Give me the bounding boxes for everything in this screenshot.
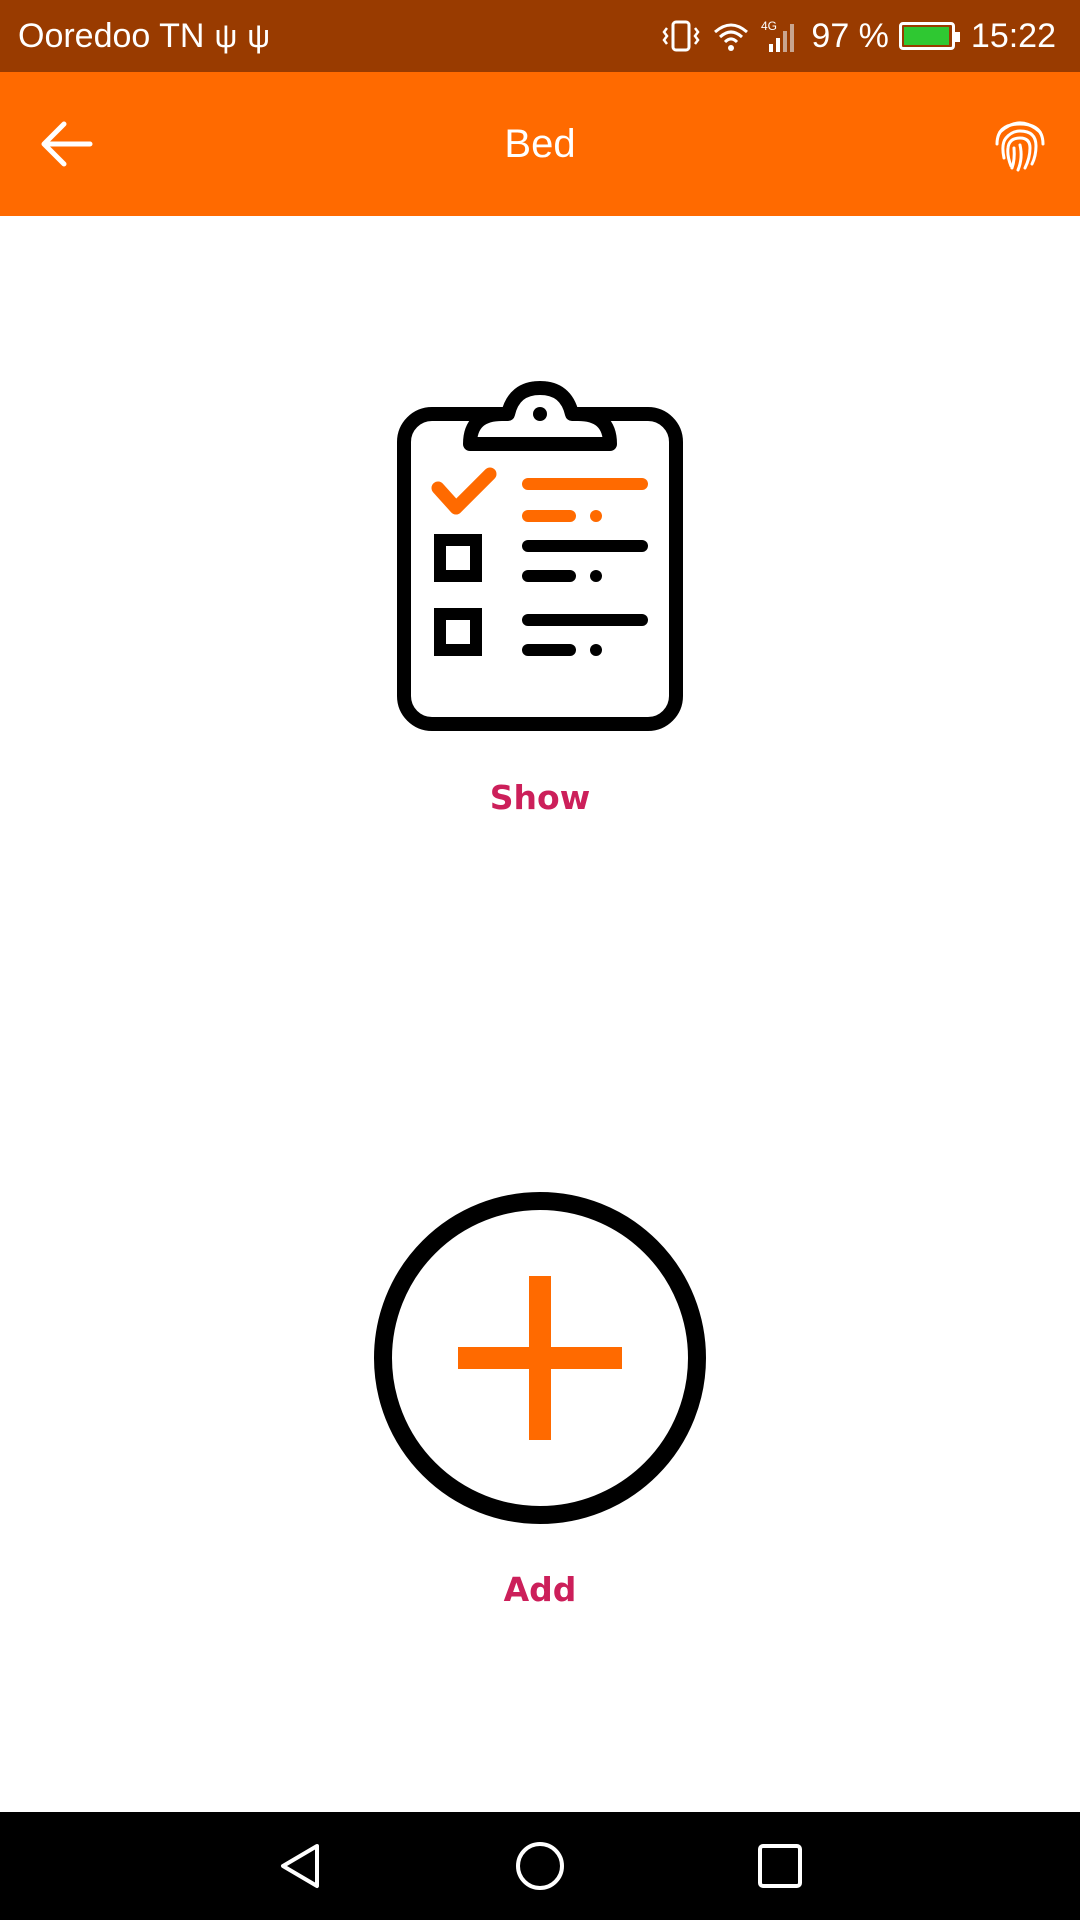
nav-recents-button[interactable] [750,1836,810,1896]
add-circle-icon [374,1192,706,1524]
wifi-icon [714,23,749,51]
network-type: 4G [761,19,777,33]
nav-home-icon [516,1842,564,1890]
add-action[interactable]: Add [0,1190,1080,1609]
battery-level [903,27,949,45]
carrier-name: Ooredoo TN [18,16,205,55]
app-bar: Bed [0,72,1080,216]
nav-back-icon [281,1844,319,1888]
fingerprint-button[interactable] [990,114,1050,174]
status-left: Ooredoo TN ψ ψ [18,0,270,72]
usb-icon: ψ [214,17,238,54]
status-right: 4G 97 % 15:22 [661,0,1056,72]
status-bar: Ooredoo TN ψ ψ 4G 97 % 15:22 [0,0,1080,72]
clipboard-checklist-icon [397,381,683,731]
vibrate-icon [662,20,700,52]
battery-percent: 97 % [811,16,889,55]
add-label: Add [503,1570,577,1609]
battery-icon [898,22,960,50]
nav-home-button[interactable] [510,1836,570,1896]
fingerprint-icon [995,121,1045,172]
show-label: Show [489,778,591,817]
back-button[interactable] [30,108,102,180]
nav-recents-icon [758,1844,802,1888]
clock: 15:22 [970,16,1056,55]
usb-icon: ψ [247,17,271,54]
navigation-bar [0,1812,1080,1920]
page-title: Bed [504,122,576,166]
signal-icon: 4G [761,19,795,52]
show-action[interactable]: Show [0,380,1080,817]
nav-back-button[interactable] [270,1836,330,1896]
arrow-back-icon [41,121,93,167]
